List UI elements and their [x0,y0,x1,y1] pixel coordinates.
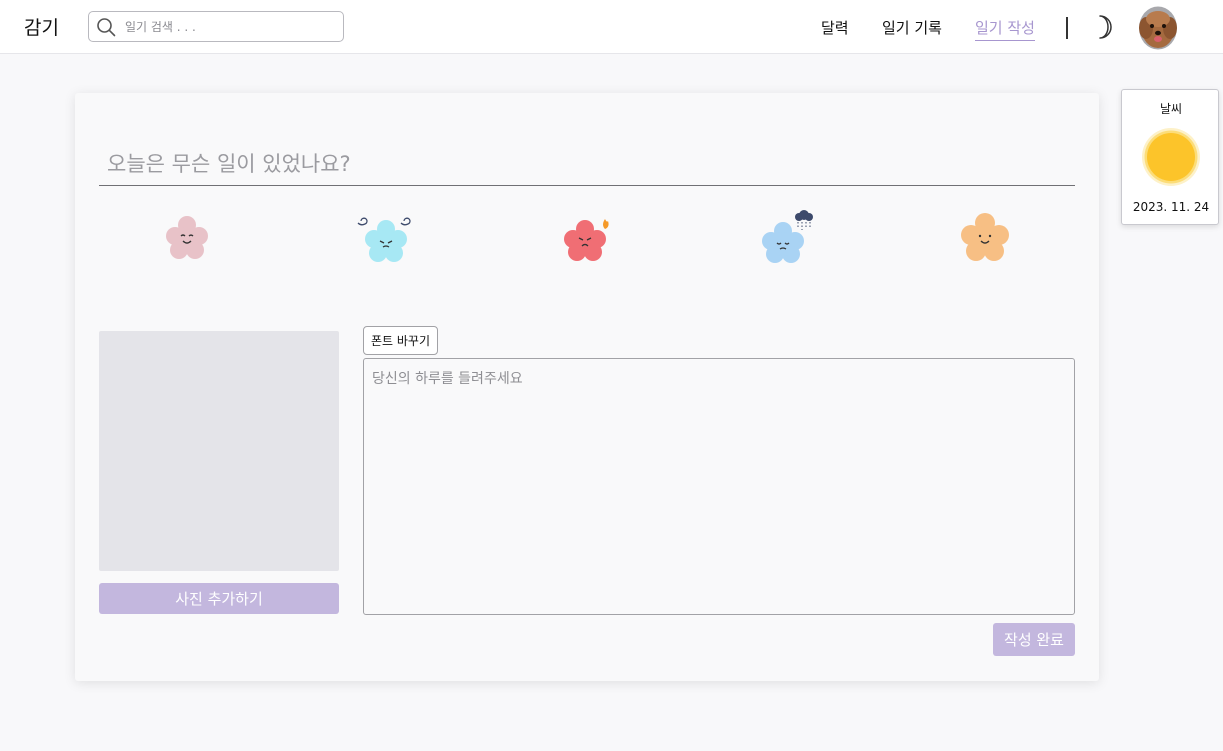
sun-icon [1142,128,1200,186]
angry-flower-icon[interactable] [555,207,615,273]
diary-content-textarea[interactable] [363,358,1075,615]
search-icon [97,18,116,37]
diary-editor-card: 사진 추가하기 폰트 바꾸기 작성 완료 [75,93,1099,681]
weather-title: 날씨 [1159,102,1183,116]
happy-flower-icon[interactable] [157,207,217,273]
search-box[interactable] [88,11,344,42]
dark-mode-moon-icon[interactable] [1090,14,1116,40]
user-avatar[interactable] [1138,6,1178,50]
nav-divider [1066,17,1068,39]
nav-write-link[interactable]: 일기 작성 [975,17,1035,41]
weather-date: 2023. 11. 24 [1132,200,1210,214]
sad-rain-flower-icon[interactable] [755,207,815,273]
photo-preview [99,331,339,571]
top-navigation-bar: 감기 달력 일기 기록 일기 작성 [0,0,1223,54]
calm-flower-icon[interactable] [955,207,1015,273]
app-logo[interactable]: 감기 [24,13,59,40]
weather-widget: 날씨 2023. 11. 24 [1121,89,1219,225]
add-photo-button[interactable]: 사진 추가하기 [99,583,339,614]
nav-calendar-link[interactable]: 달력 [821,17,849,38]
dizzy-flower-icon[interactable] [356,207,416,273]
nav-records-link[interactable]: 일기 기록 [882,17,942,38]
submit-button[interactable]: 작성 완료 [993,623,1075,656]
search-input[interactable] [125,16,335,37]
change-font-button[interactable]: 폰트 바꾸기 [363,326,439,355]
diary-title-input[interactable] [99,142,1075,186]
